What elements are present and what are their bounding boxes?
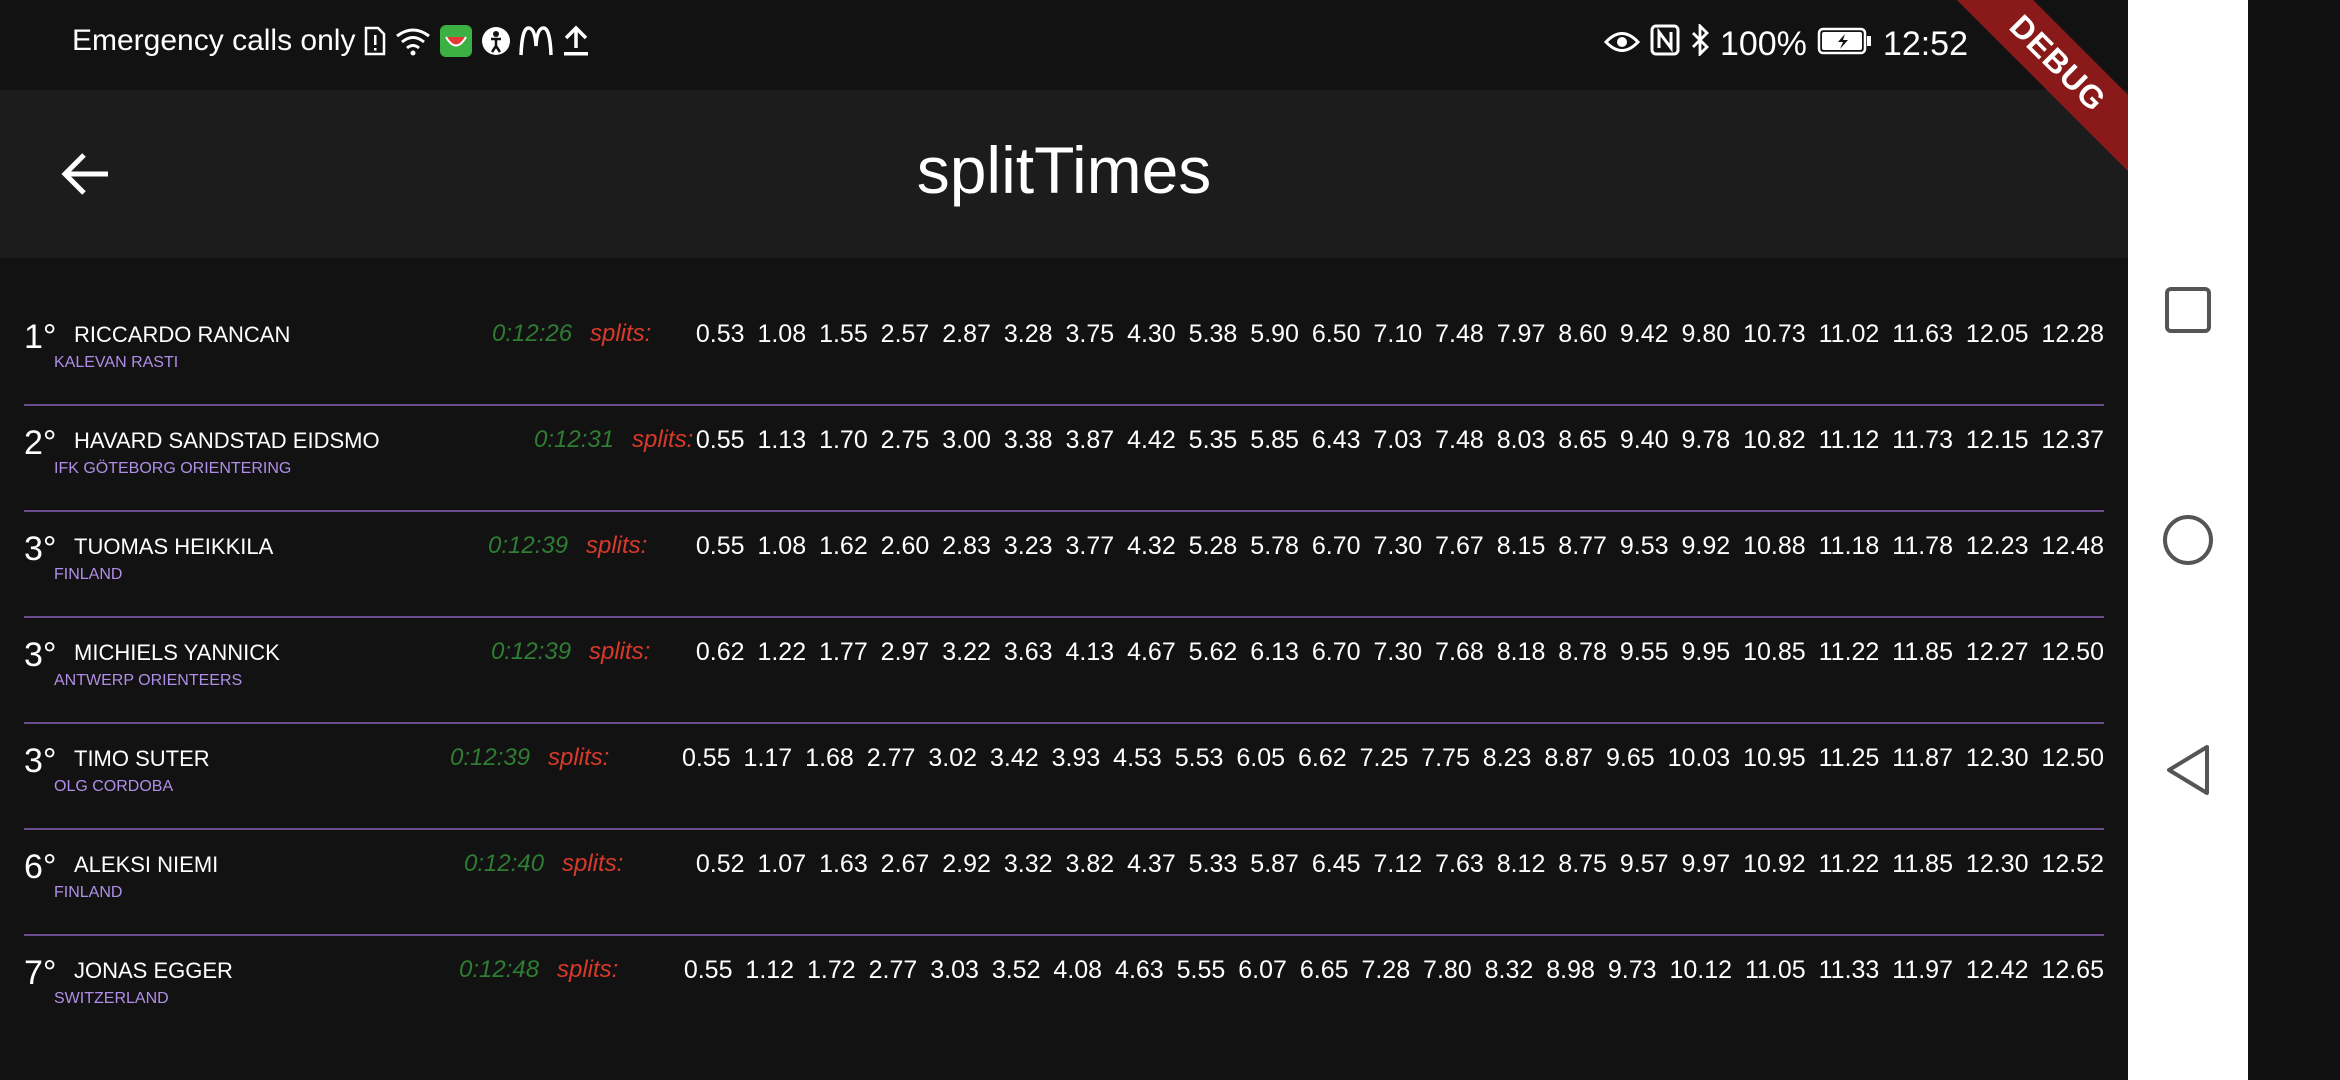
- split-times: 0.55 1.17 1.68 2.77 3.02 3.42 3.93 4.53 …: [681, 744, 2104, 772]
- split-times: 0.55 1.12 1.72 2.77 3.03 3.52 4.08 4.63 …: [683, 956, 2104, 984]
- rank-label: 2°: [24, 424, 57, 462]
- screen-edge: [2248, 0, 2340, 1080]
- total-time: 0:12:26: [492, 320, 573, 347]
- battery-charging-icon: [1817, 25, 1873, 64]
- splits-label: splits:: [586, 532, 648, 559]
- total-time: 0:12:31: [534, 426, 615, 453]
- app-screen: Emergency calls only 100% 12:52 splitTim…: [0, 0, 2128, 1080]
- club-name: SWITZERLAND: [54, 990, 169, 1007]
- emergency-calls-text: Emergency calls only: [72, 24, 356, 57]
- square-icon: [2165, 287, 2211, 333]
- split-times: 0.55 1.13 1.70 2.75 3.00 3.38 3.87 4.42 …: [695, 426, 2104, 454]
- circle-icon: [2163, 515, 2213, 565]
- runner-name: HAVARD SANDSTAD EIDSMO: [74, 428, 380, 453]
- splits-label: splits:: [632, 426, 694, 453]
- status-left: Emergency calls only: [72, 24, 591, 58]
- status-bar: Emergency calls only 100% 12:52: [0, 0, 2128, 90]
- club-name: FINLAND: [54, 884, 123, 901]
- rank-label: 3°: [24, 530, 57, 568]
- bluetooth-icon: [1690, 22, 1710, 65]
- mcdonalds-icon: [519, 26, 554, 56]
- splits-label: splits:: [548, 744, 610, 771]
- nfc-icon: [1650, 24, 1680, 65]
- rank-label: 3°: [24, 636, 57, 674]
- total-time: 0:12:39: [450, 744, 531, 771]
- triangle-back-icon: [2167, 745, 2209, 795]
- club-name: OLG CORDOBA: [54, 778, 174, 795]
- recents-button[interactable]: [2128, 250, 2248, 370]
- split-times: 0.62 1.22 1.77 2.97 3.22 3.63 4.13 4.67 …: [695, 638, 2104, 666]
- back-nav-button[interactable]: [2128, 710, 2248, 830]
- page-title: splitTimes: [916, 133, 1212, 207]
- rank-label: 3°: [24, 742, 57, 780]
- total-time: 0:12:39: [491, 638, 572, 665]
- result-row[interactable]: 1° RICCARDO RANCAN KALEVAN RASTI 0:12:26…: [24, 300, 2104, 406]
- battery-percent: 100%: [1719, 25, 1807, 63]
- total-time: 0:12:39: [488, 532, 569, 559]
- result-row[interactable]: 7° JONAS EGGER SWITZERLAND 0:12:48 split…: [24, 936, 2104, 1040]
- rank-label: 6°: [24, 848, 57, 886]
- results-list: 1° RICCARDO RANCAN KALEVAN RASTI 0:12:26…: [0, 300, 2128, 1040]
- splits-label: splits:: [589, 638, 651, 665]
- result-row[interactable]: 3° TIMO SUTER OLG CORDOBA 0:12:39 splits…: [24, 724, 2104, 830]
- runner-name: JONAS EGGER: [74, 958, 233, 983]
- app-melon-icon: [439, 24, 473, 58]
- split-times: 0.52 1.07 1.63 2.67 2.92 3.32 3.82 4.37 …: [695, 850, 2104, 878]
- home-button[interactable]: [2128, 480, 2248, 600]
- clock-time: 12:52: [1882, 25, 1968, 63]
- result-row[interactable]: 3° TUOMAS HEIKKILA FINLAND 0:12:39 split…: [24, 512, 2104, 618]
- club-name: FINLAND: [54, 566, 123, 583]
- splits-label: splits:: [590, 320, 652, 347]
- eye-icon: [1603, 25, 1640, 64]
- runner-name: RICCARDO RANCAN: [74, 322, 291, 347]
- result-row[interactable]: 2° HAVARD SANDSTAD EIDSMO IFK GÖTEBORG O…: [24, 406, 2104, 512]
- wifi-icon: [395, 26, 431, 56]
- result-row[interactable]: 3° MICHIELS YANNICK ANTWERP ORIENTEERS 0…: [24, 618, 2104, 724]
- result-row[interactable]: 6° ALEKSI NIEMI FINLAND 0:12:40 splits: …: [24, 830, 2104, 936]
- rank-label: 7°: [24, 954, 57, 992]
- club-name: IFK GÖTEBORG ORIENTERING: [54, 460, 292, 477]
- upload-icon: [561, 25, 591, 57]
- club-name: KALEVAN RASTI: [54, 354, 179, 371]
- app-accessibility-icon: [481, 26, 511, 56]
- splits-label: splits:: [562, 850, 624, 877]
- total-time: 0:12:40: [464, 850, 545, 877]
- splits-label: splits:: [557, 956, 619, 983]
- status-right: 100% 12:52: [1603, 22, 1968, 65]
- system-nav-bar: [2128, 0, 2248, 1080]
- sim-alert-icon: [363, 26, 387, 56]
- split-times: 0.53 1.08 1.55 2.57 2.87 3.28 3.75 4.30 …: [695, 320, 2104, 348]
- runner-name: TIMO SUTER: [74, 746, 210, 771]
- rank-label: 1°: [24, 318, 57, 356]
- runner-name: MICHIELS YANNICK: [74, 640, 280, 665]
- app-bar: splitTimes: [0, 90, 2128, 258]
- club-name: ANTWERP ORIENTEERS: [54, 672, 243, 689]
- split-times: 0.55 1.08 1.62 2.60 2.83 3.23 3.77 4.32 …: [695, 532, 2104, 560]
- runner-name: ALEKSI NIEMI: [74, 852, 219, 877]
- runner-name: TUOMAS HEIKKILA: [74, 534, 274, 559]
- total-time: 0:12:48: [459, 956, 540, 983]
